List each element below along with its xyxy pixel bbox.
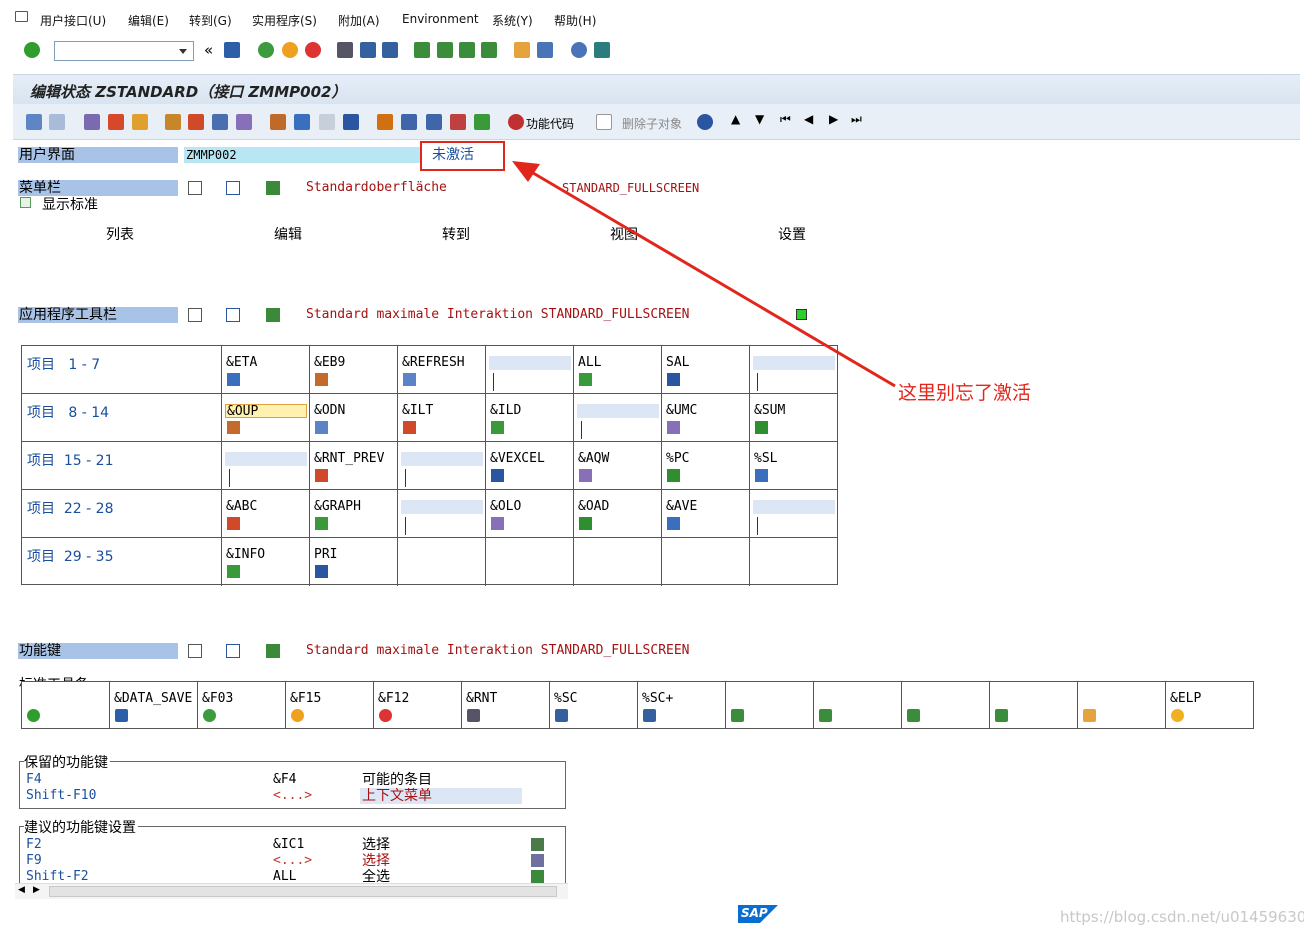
annotation-arrow [512, 161, 896, 388]
annotation-text: 这里别忘了激活 [898, 382, 1032, 404]
